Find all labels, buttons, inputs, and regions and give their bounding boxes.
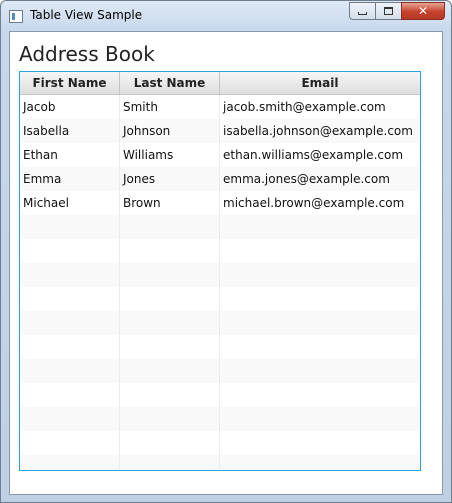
empty-cell — [120, 215, 220, 239]
empty-cell — [120, 239, 220, 263]
empty-cell — [20, 383, 120, 407]
empty-cell — [220, 215, 420, 239]
empty-cell — [120, 383, 220, 407]
table-row[interactable]: Ethan Williams ethan.williams@example.co… — [20, 143, 420, 167]
empty-cell — [220, 335, 420, 359]
empty-cell — [220, 455, 420, 470]
empty-cell — [120, 455, 220, 470]
empty-cell — [220, 311, 420, 335]
column-header-first-name[interactable]: First Name — [20, 72, 120, 94]
cell-email: isabella.johnson@example.com — [223, 124, 413, 138]
empty-row — [20, 215, 420, 239]
page-title: Address Book — [19, 42, 155, 66]
cell-last-name: Williams — [120, 143, 220, 167]
cell-last-name: Jones — [120, 167, 220, 191]
cell-last-name: Brown — [120, 191, 220, 215]
table-row[interactable]: Michael Brown michael.brown@example.com — [20, 191, 420, 215]
empty-cell — [20, 311, 120, 335]
empty-cell — [20, 335, 120, 359]
empty-cell — [120, 287, 220, 311]
empty-row — [20, 263, 420, 287]
column-header-last-name[interactable]: Last Name — [120, 72, 220, 94]
empty-cell — [220, 383, 420, 407]
empty-row — [20, 335, 420, 359]
empty-cell — [120, 359, 220, 383]
empty-cell — [20, 455, 120, 470]
empty-cell — [20, 287, 120, 311]
cell-email: michael.brown@example.com — [223, 196, 405, 210]
empty-cell — [120, 311, 220, 335]
empty-cell — [220, 239, 420, 263]
empty-cell — [120, 407, 220, 431]
table-header: First Name Last Name Email — [20, 72, 420, 95]
empty-cell — [20, 431, 120, 455]
empty-cell — [120, 431, 220, 455]
empty-row — [20, 239, 420, 263]
window-content: Address Book First Name Last Name Email … — [9, 31, 443, 495]
empty-cell — [20, 239, 120, 263]
table-row[interactable]: Emma Jones emma.jones@example.com — [20, 167, 420, 191]
column-header-email[interactable]: Email — [220, 72, 420, 94]
empty-row — [20, 431, 420, 455]
empty-row — [20, 407, 420, 431]
empty-row — [20, 359, 420, 383]
window-title: Table View Sample — [30, 8, 143, 22]
minimize-button[interactable] — [349, 2, 375, 20]
empty-cell — [220, 431, 420, 455]
title-bar[interactable]: Table View Sample ✕ — [1, 1, 451, 31]
cell-last-name: Johnson — [120, 119, 220, 143]
window-controls: ✕ — [349, 2, 445, 21]
empty-cell — [220, 263, 420, 287]
cell-first-name: Ethan — [20, 143, 120, 167]
empty-cell — [20, 359, 120, 383]
empty-cell — [220, 287, 420, 311]
maximize-icon — [384, 7, 393, 15]
app-window: Table View Sample ✕ Address Book First N… — [0, 0, 452, 503]
empty-cell — [20, 263, 120, 287]
address-table[interactable]: First Name Last Name Email Jacob Smith j… — [19, 71, 421, 471]
table-row[interactable]: Jacob Smith jacob.smith@example.com — [20, 95, 420, 119]
empty-cell — [220, 359, 420, 383]
cell-first-name: Isabella — [20, 119, 120, 143]
close-icon: ✕ — [417, 4, 429, 18]
app-icon — [9, 10, 23, 23]
cell-first-name: Michael — [20, 191, 120, 215]
empty-cell — [120, 335, 220, 359]
empty-row — [20, 311, 420, 335]
cell-email: ethan.williams@example.com — [223, 148, 404, 162]
minimize-icon — [358, 12, 367, 15]
cell-first-name: Jacob — [20, 95, 120, 119]
empty-row — [20, 455, 420, 470]
empty-row — [20, 383, 420, 407]
cell-email: emma.jones@example.com — [223, 172, 390, 186]
empty-row — [20, 287, 420, 311]
cell-email: jacob.smith@example.com — [223, 100, 386, 114]
table-row[interactable]: Isabella Johnson isabella.johnson@exampl… — [20, 119, 420, 143]
empty-cell — [120, 263, 220, 287]
empty-cell — [220, 407, 420, 431]
maximize-button[interactable] — [375, 2, 401, 20]
empty-cell — [20, 215, 120, 239]
close-button[interactable]: ✕ — [401, 2, 445, 20]
cell-last-name: Smith — [120, 95, 220, 119]
cell-first-name: Emma — [20, 167, 120, 191]
empty-cell — [20, 407, 120, 431]
